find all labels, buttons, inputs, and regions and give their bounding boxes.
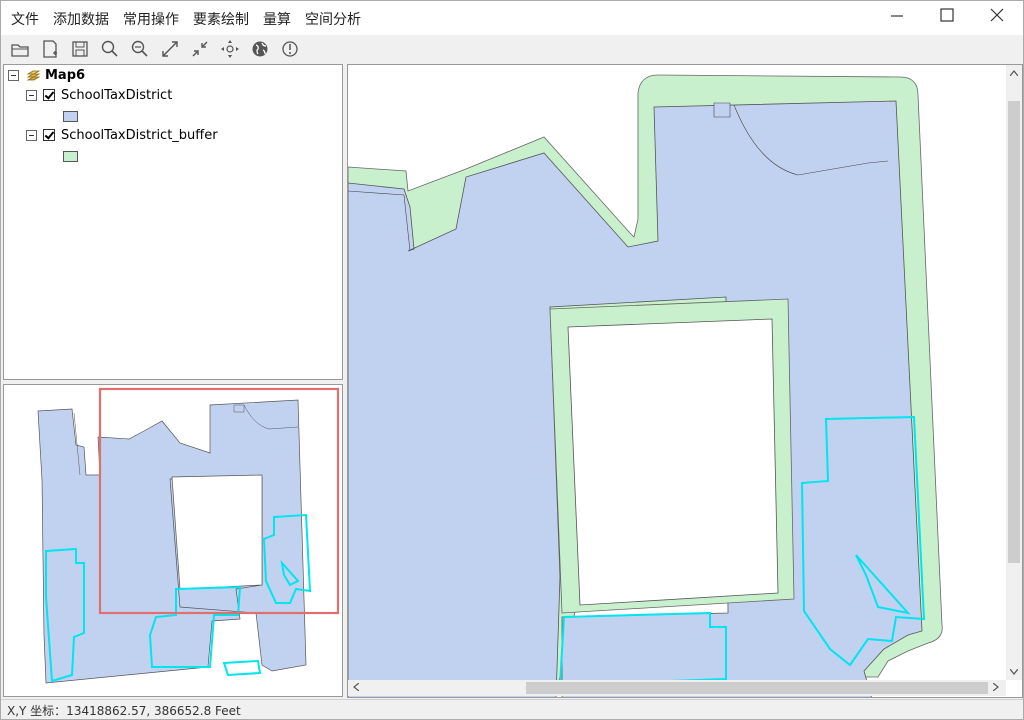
- info-icon[interactable]: [279, 38, 301, 60]
- globe-icon[interactable]: [249, 38, 271, 60]
- close-icon[interactable]: [977, 5, 1017, 31]
- horizontal-scroll-thumb[interactable]: [526, 682, 988, 694]
- coordinate-readout: X,Y 坐标：13418862.57, 386652.8 Feet: [7, 704, 241, 718]
- layer-name: SchoolTaxDistrict: [61, 87, 173, 103]
- map-node[interactable]: Map6: [8, 66, 85, 84]
- legend-swatch-district: [63, 111, 78, 122]
- main-map-canvas: [348, 74, 943, 697]
- minimize-icon[interactable]: [877, 5, 917, 31]
- save-icon[interactable]: [69, 38, 91, 60]
- overview-map[interactable]: [3, 384, 343, 697]
- open-folder-icon[interactable]: [9, 38, 31, 60]
- vertical-scrollbar[interactable]: [1006, 65, 1022, 680]
- menu-bar: 文件 添加数据 常用操作 要素绘制 量算 空间分析: [1, 1, 1023, 35]
- scroll-left-icon[interactable]: [348, 680, 364, 696]
- map-name: Map6: [45, 67, 86, 83]
- layers-icon: [25, 68, 41, 82]
- collapse-icon[interactable]: [26, 89, 37, 101]
- layer-visibility-checkbox[interactable]: [43, 89, 55, 101]
- menu-common-ops[interactable]: 常用操作: [123, 9, 179, 29]
- menu-add-data[interactable]: 添加数据: [53, 9, 109, 29]
- horizontal-scrollbar[interactable]: [348, 680, 1006, 696]
- full-extent-icon[interactable]: [159, 38, 181, 60]
- scroll-right-icon[interactable]: [988, 680, 1004, 696]
- overview-district-polygon: [37, 399, 307, 684]
- collapse-icon[interactable]: [26, 129, 37, 141]
- status-bar: X,Y 坐标：13418862.57, 386652.8 Feet: [1, 699, 1023, 719]
- layer-visibility-checkbox[interactable]: [43, 129, 55, 141]
- zoom-in-icon[interactable]: [99, 38, 121, 60]
- collapse-icon[interactable]: [8, 69, 19, 81]
- zoom-out-icon[interactable]: [129, 38, 151, 60]
- maximize-icon[interactable]: [927, 5, 967, 31]
- menu-spatial-analysis[interactable]: 空间分析: [305, 9, 361, 29]
- new-document-icon[interactable]: [39, 38, 61, 60]
- pan-icon[interactable]: [219, 38, 241, 60]
- main-map[interactable]: [347, 64, 1023, 698]
- scroll-up-icon[interactable]: [1006, 65, 1022, 81]
- vertical-scroll-thumb[interactable]: [1008, 101, 1020, 563]
- menu-feature-draw[interactable]: 要素绘制: [193, 9, 249, 29]
- layer-row-school-tax-district[interactable]: SchoolTaxDistrict: [26, 86, 172, 104]
- app-window: 文件 添加数据 常用操作 要素绘制 量算 空间分析 Map6 SchoolTax…: [0, 0, 1024, 720]
- overview-map-canvas: [37, 387, 340, 684]
- fixed-zoom-in-icon[interactable]: [189, 38, 211, 60]
- layer-name: SchoolTaxDistrict_buffer: [61, 127, 218, 143]
- table-of-contents: Map6 SchoolTaxDistrict SchoolTaxDistrict…: [3, 64, 343, 380]
- scroll-down-icon[interactable]: [1006, 664, 1022, 680]
- layer-row-school-tax-district-buffer[interactable]: SchoolTaxDistrict_buffer: [26, 126, 218, 144]
- menu-measure[interactable]: 量算: [263, 9, 291, 29]
- menu-file[interactable]: 文件: [11, 9, 39, 29]
- legend-swatch-buffer: [63, 151, 78, 162]
- toolbar: [1, 35, 1023, 63]
